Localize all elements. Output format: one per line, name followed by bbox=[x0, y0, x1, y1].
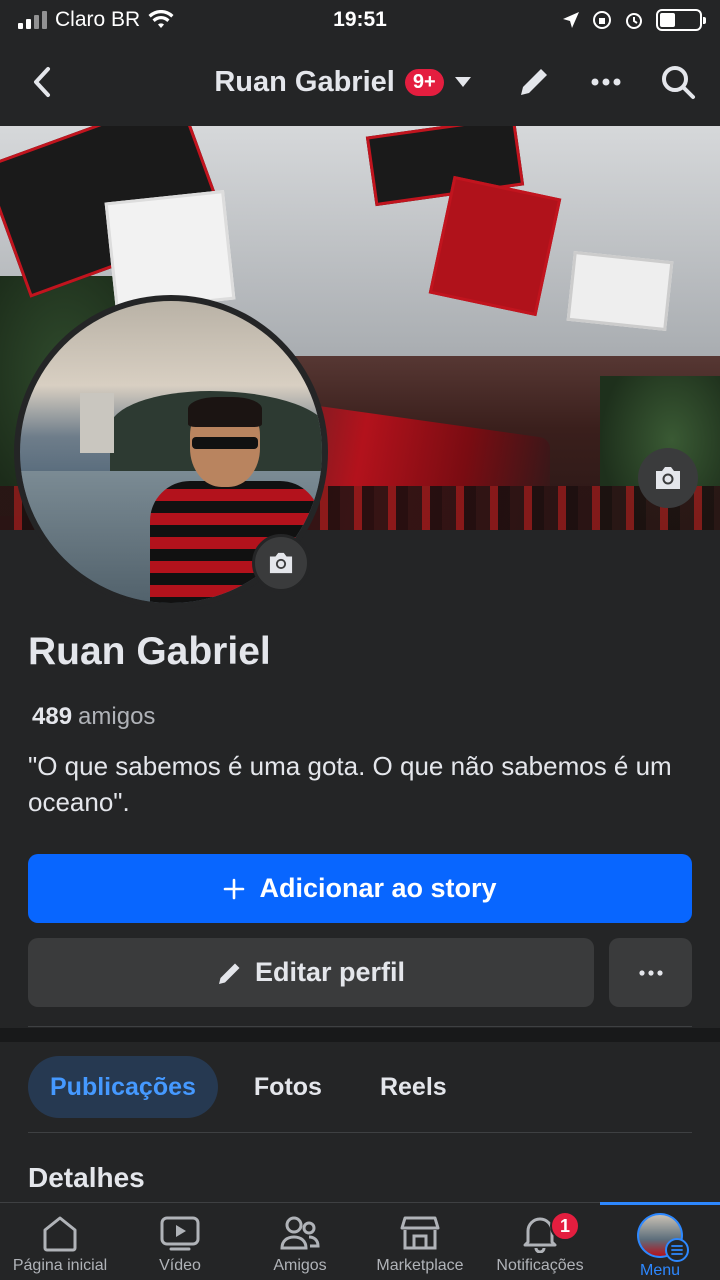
top-navigation: Ruan Gabriel 9+ bbox=[0, 40, 720, 124]
divider bbox=[28, 1026, 692, 1027]
add-story-label: Adicionar ao story bbox=[259, 873, 497, 903]
friends-label: amigos bbox=[78, 703, 156, 730]
notifications-badge: 1 bbox=[550, 1211, 580, 1241]
details-heading: Detalhes bbox=[28, 1162, 145, 1193]
clock: 19:51 bbox=[333, 8, 387, 31]
nav-marketplace-label: Marketplace bbox=[376, 1257, 464, 1274]
video-icon bbox=[160, 1216, 200, 1251]
menu-avatar bbox=[637, 1213, 689, 1262]
nav-notifications[interactable]: 1 Notificações bbox=[480, 1203, 600, 1280]
back-button[interactable] bbox=[20, 60, 64, 104]
battery-icon bbox=[656, 9, 706, 31]
header-title: Ruan Gabriel bbox=[214, 65, 395, 98]
bottom-navigation: Página inicial Vídeo Amigos Marketplace … bbox=[0, 1202, 720, 1280]
nav-menu-label: Menu bbox=[639, 1262, 681, 1279]
status-bar: Claro BR 19:51 bbox=[0, 0, 720, 40]
menu-icon bbox=[665, 1238, 689, 1262]
alarm-icon bbox=[626, 13, 642, 29]
more-options-button[interactable] bbox=[584, 60, 628, 104]
section-separator bbox=[0, 1028, 720, 1042]
profile-bio: "O que sabemos é uma gota. O que não sab… bbox=[28, 751, 672, 817]
marketplace-icon bbox=[400, 1216, 440, 1250]
nav-menu[interactable]: Menu bbox=[600, 1202, 720, 1280]
tab-reels[interactable]: Reels bbox=[358, 1056, 469, 1118]
back-arrow-icon bbox=[34, 67, 50, 97]
friends-icon bbox=[280, 1216, 320, 1250]
profile-name: Ruan Gabriel bbox=[28, 630, 271, 673]
nav-home-label: Página inicial bbox=[12, 1257, 108, 1274]
profile-more-button[interactable] bbox=[609, 938, 692, 1007]
nav-video[interactable]: Vídeo bbox=[120, 1203, 240, 1280]
notification-badge: 9+ bbox=[404, 68, 444, 96]
search-button[interactable] bbox=[656, 60, 700, 104]
more-icon bbox=[638, 969, 663, 976]
edit-profile-button[interactable]: Editar perfil bbox=[28, 938, 594, 1007]
nav-friends-label: Amigos bbox=[273, 1257, 327, 1274]
plus-icon bbox=[224, 878, 245, 899]
nav-notifications-label: Notificações bbox=[496, 1257, 584, 1274]
cover-camera-button[interactable] bbox=[638, 448, 698, 508]
nav-friends[interactable]: Amigos bbox=[240, 1203, 360, 1280]
tab-publicacoes[interactable]: Publicações bbox=[28, 1056, 218, 1118]
orientation-lock-icon bbox=[593, 11, 611, 29]
more-icon bbox=[591, 78, 621, 86]
nav-video-label: Vídeo bbox=[159, 1257, 201, 1274]
signal-icon bbox=[18, 11, 47, 29]
carrier-label: Claro BR bbox=[55, 8, 141, 31]
nav-marketplace[interactable]: Marketplace bbox=[360, 1203, 480, 1280]
tab-fotos[interactable]: Fotos bbox=[232, 1056, 344, 1118]
profile-switcher[interactable]: Ruan Gabriel 9+ bbox=[174, 66, 512, 99]
friends-number: 489 bbox=[32, 703, 73, 730]
camera-icon bbox=[269, 552, 293, 574]
profile-tabs: Publicações Fotos Reels bbox=[28, 1056, 469, 1118]
divider bbox=[28, 1132, 692, 1133]
add-story-button[interactable]: Adicionar ao story bbox=[28, 854, 692, 923]
location-icon bbox=[563, 12, 579, 28]
nav-home[interactable]: Página inicial bbox=[0, 1203, 120, 1280]
camera-icon bbox=[656, 467, 680, 489]
profile-camera-button[interactable] bbox=[252, 534, 310, 592]
pencil-icon bbox=[521, 69, 547, 95]
edit-button[interactable] bbox=[512, 60, 556, 104]
chevron-down-icon bbox=[454, 77, 471, 87]
wifi-icon bbox=[148, 10, 174, 28]
home-icon bbox=[43, 1216, 77, 1252]
friends-count[interactable]: 489 amigos bbox=[32, 703, 155, 731]
search-icon bbox=[662, 66, 695, 99]
pencil-icon bbox=[218, 963, 240, 984]
edit-profile-label: Editar perfil bbox=[254, 957, 406, 987]
